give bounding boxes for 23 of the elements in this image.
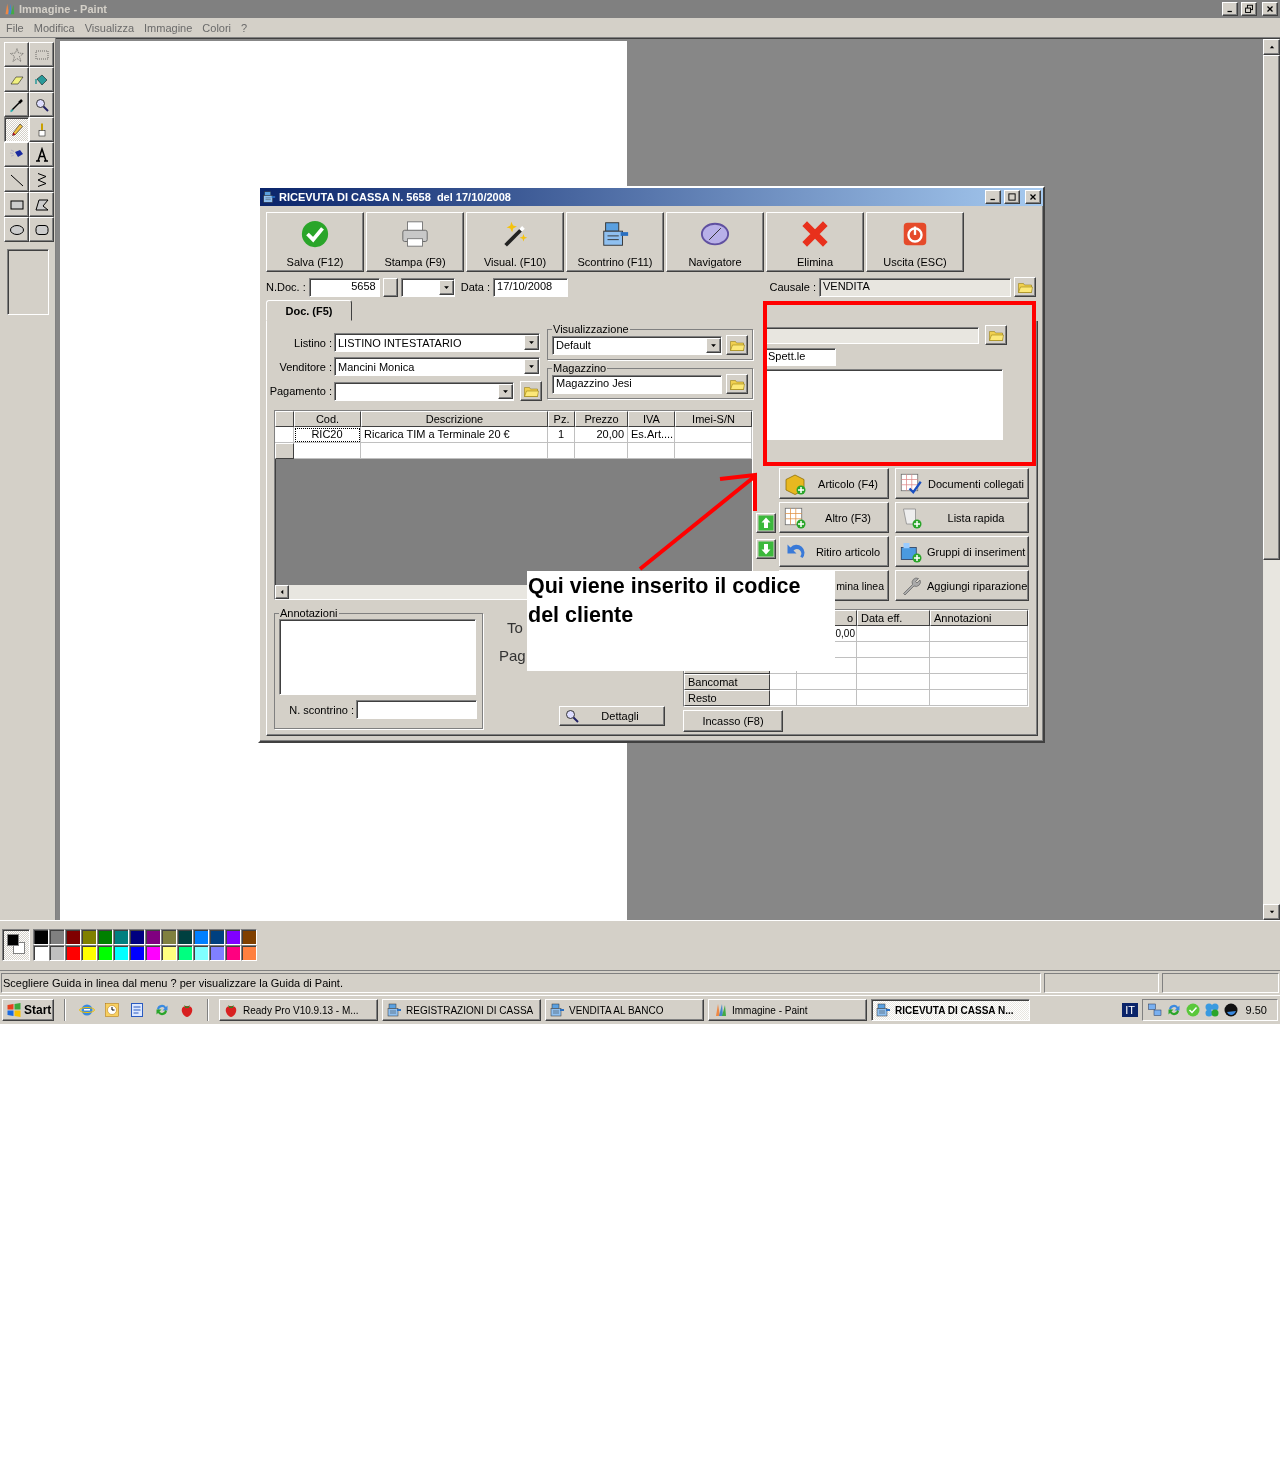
table-cell: RIC20 bbox=[294, 427, 361, 443]
dialog-title: RICEVUTA DI CASSA N. 5658 del 17/10/2008 bbox=[279, 191, 512, 203]
callout-tooltip: Qui viene inserito il codice del cliente bbox=[527, 571, 835, 671]
field-label: Pagamento : bbox=[268, 385, 332, 397]
field-label: Listino : bbox=[293, 336, 332, 349]
total-label: Pag bbox=[499, 647, 526, 664]
field-label: N. scontrino : bbox=[288, 703, 354, 716]
group-label: Visualizzazione bbox=[552, 323, 630, 335]
field-label: Data : bbox=[460, 281, 491, 293]
table-cell: Ricarica TIM a Terminale 20 € bbox=[361, 427, 548, 443]
table-cell: Es.Art.... bbox=[628, 427, 675, 443]
table-cell: 1 bbox=[548, 427, 575, 443]
table-cell: 20,00 bbox=[575, 427, 628, 443]
field-label: Causale : bbox=[769, 281, 816, 293]
status-text: Scegliere Guida in linea dal menu ? per visualizzare la Guida di Paint. bbox=[1, 973, 1041, 993]
row-label: Bancomat bbox=[684, 674, 770, 690]
row-label: Resto bbox=[684, 690, 770, 706]
total-label: To bbox=[507, 619, 523, 636]
group-label: Magazzino bbox=[552, 362, 608, 374]
field-label: Venditore : bbox=[278, 360, 332, 373]
window-title: Immagine - Paint bbox=[19, 3, 109, 15]
field-label: N.Doc. : bbox=[266, 281, 306, 293]
group-label: Annotazioni bbox=[279, 607, 339, 619]
